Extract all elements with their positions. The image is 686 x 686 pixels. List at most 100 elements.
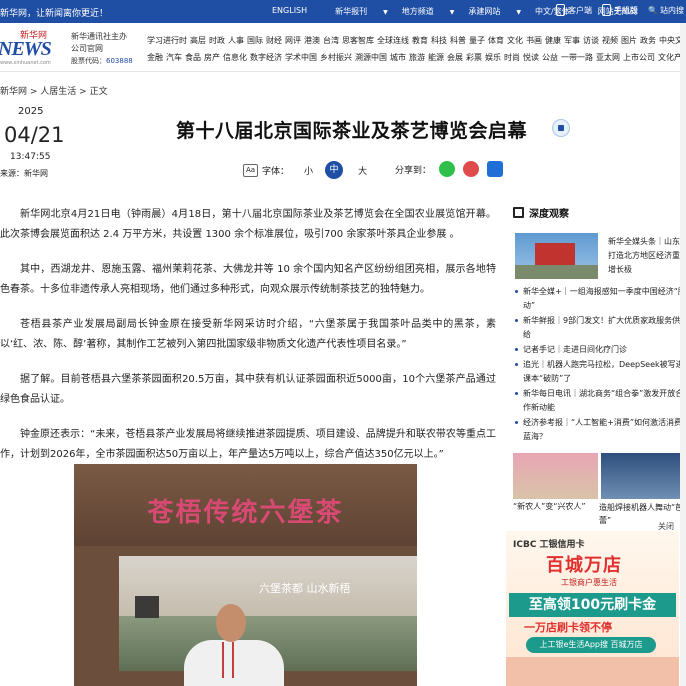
font-large-button[interactable]: 大 xyxy=(358,164,367,177)
brand-info: 新华通讯社主办 公司官网 股票代码：603888 xyxy=(71,32,133,65)
xinhuanet-logo[interactable]: 新华网 NEWS www.xinhuanet.com xyxy=(0,28,66,66)
nav-local[interactable]: 地方频道 ▼ xyxy=(402,6,455,17)
channel-link[interactable]: 金融 xyxy=(147,53,163,62)
channel-link[interactable]: 书画 xyxy=(526,36,542,45)
channel-nav-row1: 学习进行时 高层 时政 人事 国际 财经 网评 港澳 台湾 思客智库 全球连线 教育 科技 科普 量子 体育文… xyxy=(147,35,686,46)
channel-link[interactable]: 政务 xyxy=(640,36,656,45)
audio-play-icon[interactable] xyxy=(552,119,570,137)
channel-link[interactable]: 国际 xyxy=(247,36,263,45)
channel-link[interactable]: 时政 xyxy=(209,36,225,45)
channel-link[interactable]: 教育 xyxy=(412,36,428,45)
list-item[interactable]: 追光｜机器人跑完马拉松，DeepSeek被写进课本“破防”了 xyxy=(513,358,686,386)
wechat-icon[interactable] xyxy=(439,161,456,177)
mobile-icon xyxy=(602,4,611,16)
photo-banner: 苍梧传统六堡茶 xyxy=(74,464,417,546)
phone-icon xyxy=(556,4,565,16)
chevron-down-icon: ▼ xyxy=(383,9,388,16)
breadcrumb: 新华网 > 人居生活 > 正文 xyxy=(0,87,108,97)
channel-link[interactable]: 彩票 xyxy=(466,53,482,62)
article-paragraph: 钟金原还表示：“未来，苍梧县茶产业发展局将继续推进茶园提质、项目建设、品牌提升和… xyxy=(0,429,496,460)
list-item[interactable]: 新华全媒+｜一组海报感知一季度中国经济“脉动” xyxy=(513,285,686,313)
book-icon xyxy=(513,207,524,218)
channel-link[interactable]: 会展 xyxy=(447,53,463,62)
channel-link[interactable]: 访谈 xyxy=(583,36,599,45)
channel-link[interactable]: 视频 xyxy=(602,36,618,45)
interviewee-figure xyxy=(184,604,284,686)
channel-link[interactable]: 娱乐 xyxy=(485,53,501,62)
channel-link[interactable]: 悦读 xyxy=(523,53,539,62)
breadcrumb-home[interactable]: 新华网 xyxy=(0,87,27,97)
stock-code[interactable]: 603888 xyxy=(106,57,133,65)
channel-link[interactable]: 量子 xyxy=(469,36,485,45)
welcome-text: 新华网，让新闻离你更近！ xyxy=(0,9,109,19)
channel-link[interactable]: 学术中国 xyxy=(285,53,317,62)
channel-link[interactable]: 上市公司 xyxy=(623,53,655,62)
channel-link[interactable]: 思客智库 xyxy=(342,36,374,45)
article-paragraph: 苍梧县茶产业发展局副局长钟金原在接受新华网采访时介绍，“六堡茶属于我国茶叶品类中… xyxy=(0,319,496,350)
font-small-button[interactable]: 小 xyxy=(304,164,313,177)
channel-link[interactable]: 全球连线 xyxy=(377,36,409,45)
channel-link[interactable]: 科技 xyxy=(431,36,447,45)
channel-link[interactable]: 一带一路 xyxy=(561,53,593,62)
channel-link[interactable]: 学习进行时 xyxy=(147,36,187,45)
font-medium-button[interactable]: 中 xyxy=(325,161,344,179)
search-icon: 🔍 xyxy=(648,5,658,15)
channel-link[interactable]: 旅游 xyxy=(409,53,425,62)
nav-newspaper[interactable]: 新华报刊 ▼ xyxy=(335,6,388,17)
channel-link[interactable]: 人事 xyxy=(228,36,244,45)
mobile-link[interactable]: 手机版 xyxy=(602,4,638,16)
channel-link[interactable]: 亚太网 xyxy=(596,53,620,62)
channel-link[interactable]: 溯源中国 xyxy=(355,53,387,62)
breadcrumb-section[interactable]: 人居生活 xyxy=(40,87,76,97)
list-item[interactable]: 经济参考报｜“人工智能+消费”如何激活消费蓝海？ xyxy=(513,416,686,444)
channel-link[interactable]: 能源 xyxy=(428,53,444,62)
channel-link[interactable]: 科普 xyxy=(450,36,466,45)
article-title: 第十八届北京国际茶业及茶艺博览会启幕 xyxy=(176,120,528,142)
qzone-icon[interactable] xyxy=(487,161,504,177)
channel-link[interactable]: 城市 xyxy=(390,53,406,62)
channel-link[interactable]: 体育 xyxy=(488,36,504,45)
channel-nav-row2: 金融 汽车 食品 房产 信息化 数字经济 学术中国 乡村振兴 溯源中国 城市 旅游 能源 会展 彩票 娱乐时… xyxy=(147,52,686,63)
article-paragraph: 据了解。目前苍梧县六堡茶茶园面积20.5万亩，其中获有机认证茶园面积近5000亩… xyxy=(0,374,496,405)
channel-link[interactable]: 军事 xyxy=(564,36,580,45)
weibo-icon[interactable] xyxy=(463,161,480,177)
top-story-thumbnail[interactable] xyxy=(515,233,598,279)
list-item[interactable]: 新华鲜报｜9部门发文！扩大优质家政服务供给 xyxy=(513,314,686,342)
channel-link[interactable]: 图片 xyxy=(621,36,637,45)
channel-link[interactable]: 高层 xyxy=(190,36,206,45)
photo-thumbnail[interactable] xyxy=(601,453,686,499)
channel-link[interactable]: 数字经济 xyxy=(250,53,282,62)
scrollbar[interactable] xyxy=(680,23,686,686)
channel-link[interactable]: 健康 xyxy=(545,36,561,45)
list-item[interactable]: 新华每日电讯｜湖北商务“组合拳”激发开放合作新动能 xyxy=(513,387,686,415)
list-item[interactable]: 记者手记｜走进日间化疗门诊 xyxy=(513,343,686,357)
official-site-link[interactable]: 公司官网 xyxy=(71,43,133,55)
font-icon: Aa xyxy=(243,163,258,177)
channel-link[interactable]: 房产 xyxy=(204,53,220,62)
channel-link[interactable]: 时尚 xyxy=(504,53,520,62)
article-paragraph: 其中，西湖龙井、恩施玉露、福州茉莉花茶、大佛龙井等 10 余个国内知名产区纷纷组… xyxy=(0,264,496,295)
channel-link[interactable]: 汽车 xyxy=(166,53,182,62)
site-search-link[interactable]: 🔍 站内搜 xyxy=(648,4,684,16)
photo-caption[interactable]: “新农人”变“兴农人” xyxy=(513,501,586,512)
nav-english[interactable]: ENGLISH xyxy=(272,6,321,17)
channel-link[interactable]: 台湾 xyxy=(323,36,339,45)
channel-link[interactable]: 信息化 xyxy=(223,53,247,62)
channel-link[interactable]: 公益 xyxy=(542,53,558,62)
client-app-link[interactable]: 客户端 xyxy=(556,4,592,16)
pagoda-image xyxy=(135,596,159,618)
site-header: 新华网 NEWS www.xinhuanet.com 新华通讯社主办 公司官网 … xyxy=(0,23,686,72)
channel-link[interactable]: 财经 xyxy=(266,36,282,45)
breadcrumb-current: 正文 xyxy=(89,87,108,97)
photo-thumbnail[interactable] xyxy=(513,453,598,499)
channel-link[interactable]: 港澳 xyxy=(304,36,320,45)
sidebar-photo-row xyxy=(513,453,686,508)
channel-link[interactable]: 乡村振兴 xyxy=(320,53,352,62)
channel-link[interactable]: 食品 xyxy=(185,53,201,62)
sidebar: 深度观察 新华全媒头条｜山东：打造北方地区经济重要增长极 新华全媒+｜一组海报感… xyxy=(506,205,686,686)
article-photo: 苍梧传统六堡茶 六堡茶都 山水新梧 xyxy=(74,464,417,686)
channel-link[interactable]: 文化 xyxy=(507,36,523,45)
nav-sites[interactable]: 承建网站 ▼ xyxy=(468,6,521,17)
icbc-ad-banner[interactable]: ICBC 工银信用卡 百城万店 工银商户惠生活 至高领100元刷卡金 一万店刷卡… xyxy=(506,531,679,686)
channel-link[interactable]: 网评 xyxy=(285,36,301,45)
